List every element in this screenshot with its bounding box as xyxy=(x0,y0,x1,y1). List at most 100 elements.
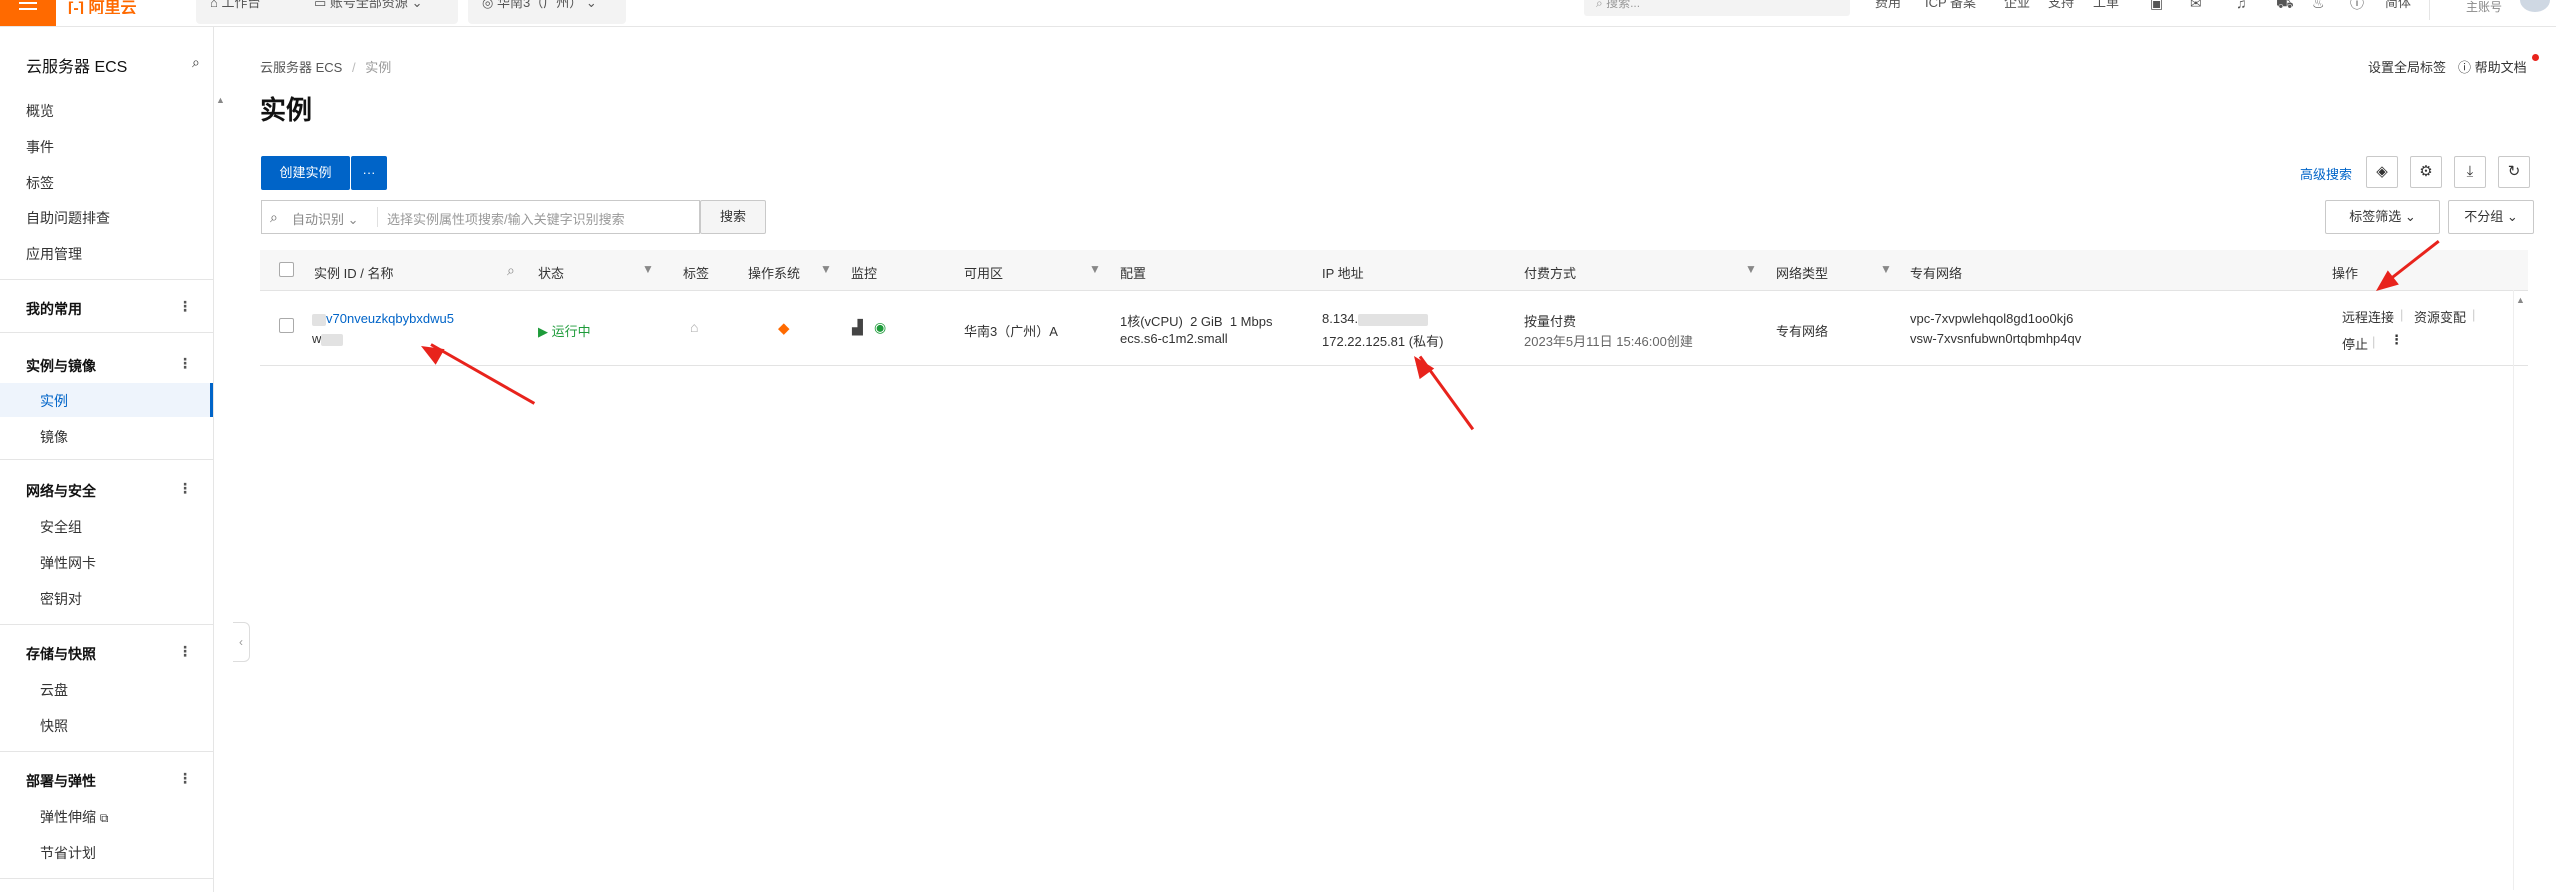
remote-connect-link[interactable]: 远程连接 xyxy=(2342,307,2394,326)
account-label[interactable]: 主账号 xyxy=(2466,1,2502,13)
chevron-down-icon: ⌄ xyxy=(585,0,597,10)
sidebar-item-tags[interactable]: 标签 xyxy=(26,173,54,193)
sidebar-item-security-groups[interactable]: 安全组 xyxy=(40,517,82,537)
search-button[interactable]: 搜索 xyxy=(700,200,766,234)
sidebar-item-app-management[interactable]: 应用管理 xyxy=(26,244,82,264)
icp-link[interactable]: ICP 备案 xyxy=(1925,0,1976,9)
sidebar-search-icon[interactable]: ⌕ xyxy=(192,54,200,71)
search-icon[interactable]: ⌕ xyxy=(507,262,515,279)
sidebar-divider xyxy=(0,751,213,752)
more-icon[interactable]: ⋮ xyxy=(178,480,192,497)
table-scrollbar[interactable] xyxy=(2513,290,2514,890)
breadcrumb-ecs[interactable]: 云服务器 ECS xyxy=(260,60,342,75)
collapse-sidebar-handle[interactable]: ‹ xyxy=(233,622,250,662)
column-ip: IP 地址 xyxy=(1322,266,1364,281)
redacted-block xyxy=(321,333,344,346)
advanced-search-link[interactable]: 高级搜索 xyxy=(2300,164,2352,183)
global-search-input[interactable]: ⌕ 搜索... xyxy=(1584,0,1850,16)
download-icon[interactable]: ⤓ xyxy=(2454,156,2486,188)
lightbulb-icon[interactable]: ♨ xyxy=(2312,0,2325,10)
sidebar-group-network-security[interactable]: 网络与安全 xyxy=(26,481,96,501)
region-pill[interactable]: ◎ 华南3（广州） ⌄ xyxy=(468,0,626,24)
filter-icon[interactable]: ▼ xyxy=(1745,262,1757,276)
vswitch-link[interactable]: vsw-7xvsnfubwn0rtqbmhp4qv xyxy=(1910,331,2081,346)
shield-icon[interactable]: ◉ xyxy=(874,319,886,336)
vpc-link[interactable]: vpc-7xvpwlehqol8gd1oo0kj6 xyxy=(1910,311,2073,326)
tag-icon[interactable]: ⌂ xyxy=(690,319,698,335)
topbar-divider xyxy=(2429,0,2430,20)
sidebar-item-disks[interactable]: 云盘 xyxy=(40,680,68,700)
redacted-block xyxy=(312,313,326,326)
search-input[interactable]: 选择实例属性项搜索/输入关键字识别搜索 xyxy=(387,209,625,228)
avatar[interactable] xyxy=(2520,0,2550,12)
sidebar-item-savings-plan[interactable]: 节省计划 xyxy=(40,843,96,863)
language-link[interactable]: 简体 xyxy=(2385,0,2411,9)
more-actions-button[interactable]: ··· xyxy=(351,156,387,190)
chevron-down-icon: ⌄ xyxy=(2404,209,2416,224)
sidebar-item-images[interactable]: 镜像 xyxy=(40,427,68,447)
instance-name[interactable]: w xyxy=(312,331,344,346)
search-icon: ⌕ xyxy=(1596,0,1603,10)
resource-group-pill[interactable]: ▭ 账号全部资源 ⌄ xyxy=(300,0,458,24)
settings-icon[interactable]: ⚙ xyxy=(2410,156,2442,188)
sidebar-item-autoscaling[interactable]: 弹性伸缩 ⧉ xyxy=(40,807,108,827)
sidebar-item-eni[interactable]: 弹性网卡 xyxy=(40,553,96,573)
fees-link[interactable]: 费用 xyxy=(1875,0,1901,9)
resize-link[interactable]: 资源变配 xyxy=(2414,307,2466,326)
menu-icon[interactable] xyxy=(0,0,56,26)
layers-icon[interactable]: ◈ xyxy=(2366,156,2398,188)
instance-type-link[interactable]: ecs.s6-c1m2.small xyxy=(1120,331,1228,346)
cart-icon[interactable]: ⛟ xyxy=(2276,0,2294,10)
row-checkbox[interactable] xyxy=(279,318,294,333)
more-icon[interactable]: ⋮ xyxy=(178,355,192,372)
sidebar-item-overview[interactable]: 概览 xyxy=(26,101,54,121)
global-tags-link[interactable]: 设置全局标签 xyxy=(2368,57,2446,76)
filter-icon[interactable]: ▼ xyxy=(1880,262,1892,276)
sidebar: 云服务器 ECS ⌕ 概览 事件 标签 自助问题排查 应用管理 我的常用 ⋮ 实… xyxy=(0,27,214,892)
os-icon: ◆ xyxy=(778,320,790,337)
scroll-up-icon[interactable]: ▲ xyxy=(216,95,225,105)
column-monitoring: 监控 xyxy=(851,266,878,281)
tag-filter-select[interactable]: 标签筛选 ⌄ xyxy=(2325,200,2440,234)
filter-icon[interactable]: ▼ xyxy=(642,262,654,276)
sidebar-item-snapshots[interactable]: 快照 xyxy=(40,716,68,736)
stop-link[interactable]: 停止 xyxy=(2342,334,2368,353)
help-icon[interactable]: ⓘ xyxy=(2350,0,2364,10)
sidebar-item-events[interactable]: 事件 xyxy=(26,137,54,157)
bell-icon[interactable]: ♫ xyxy=(2236,0,2247,10)
folder-icon: ▭ xyxy=(314,0,327,10)
action-separator: | xyxy=(2372,334,2376,349)
more-icon[interactable]: ⋮ xyxy=(178,770,192,787)
sidebar-group-storage-snapshots[interactable]: 存储与快照 xyxy=(26,644,96,664)
column-billing: 付费方式 xyxy=(1524,266,1577,281)
auto-detect-select[interactable]: 自动识别 ⌄ xyxy=(292,209,359,228)
table-scroll-up-icon[interactable]: ▲ xyxy=(2516,295,2525,305)
support-link[interactable]: 支持 xyxy=(2048,0,2074,9)
filter-icon[interactable]: ▼ xyxy=(1089,262,1101,276)
refresh-icon[interactable]: ↻ xyxy=(2498,156,2530,188)
monitor-chart-icon[interactable]: ▟ xyxy=(852,319,863,336)
breadcrumb: 云服务器 ECS / 实例 xyxy=(260,57,391,76)
sidebar-group-deploy-elastic[interactable]: 部署与弹性 xyxy=(26,771,96,791)
sidebar-item-troubleshoot[interactable]: 自助问题排查 xyxy=(26,208,110,228)
message-icon[interactable]: ✉ xyxy=(2190,0,2202,10)
enterprise-link[interactable]: 企业 xyxy=(2004,0,2030,9)
terminal-icon[interactable]: ▣ xyxy=(2150,0,2163,10)
sidebar-item-instances[interactable]: 实例 xyxy=(40,391,68,411)
sidebar-favorites[interactable]: 我的常用 xyxy=(26,299,82,319)
more-icon[interactable]: ⋮ xyxy=(2390,332,2403,348)
more-icon[interactable]: ⋮ xyxy=(178,298,192,315)
create-instance-button[interactable]: 创建实例 xyxy=(261,156,350,190)
help-docs-link[interactable]: ⓘ 帮助文档 xyxy=(2458,57,2527,76)
ticket-link[interactable]: 工单 xyxy=(2093,0,2119,9)
more-icon[interactable]: ⋮ xyxy=(178,643,192,660)
aliyun-logo[interactable]: [-] 阿里云 xyxy=(68,0,136,14)
sidebar-divider xyxy=(0,459,213,460)
filter-icon[interactable]: ▼ xyxy=(820,262,832,276)
group-by-select[interactable]: 不分组 ⌄ xyxy=(2448,200,2534,234)
instance-id-link[interactable]: v70nveuzkqbybxdwu5 xyxy=(312,311,454,326)
select-all-checkbox[interactable] xyxy=(279,262,294,277)
sidebar-divider xyxy=(0,878,213,879)
sidebar-item-keypairs[interactable]: 密钥对 xyxy=(40,589,82,609)
sidebar-group-instances-images[interactable]: 实例与镜像 xyxy=(26,356,96,376)
